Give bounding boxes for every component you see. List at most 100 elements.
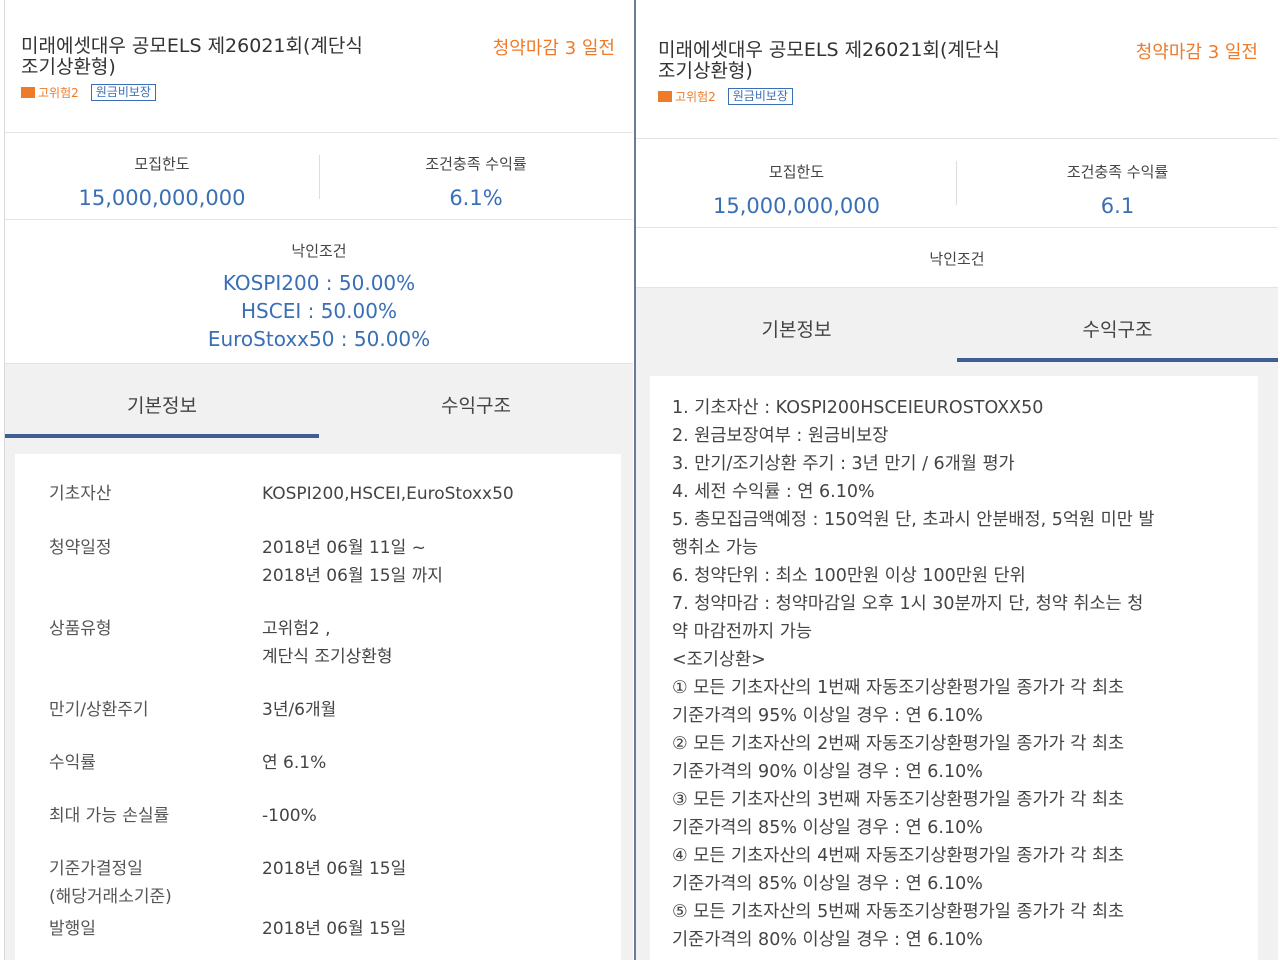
stat-yield: 조건충족 수익률 6.1% — [319, 133, 633, 219]
knockin-value: KOSPI200 : 50.00% — [222, 271, 416, 295]
structure-card: 1. 기초자산 : KOSPI200HSCEIEUROSTOXX50 2. 원금… — [650, 376, 1258, 960]
detail-row: 상품유형 고위험2 , 계단식 조기상환형 — [49, 615, 601, 671]
detail-value-line: KOSPI200,HSCEI,EuroStoxx50 — [262, 484, 514, 504]
tab-bar: 기본정보 수익구조 — [5, 364, 633, 438]
structure-line: <조기상환> — [672, 650, 766, 670]
badge-row: 고위험2 원금비보장 — [658, 88, 793, 105]
detail-key-line: 기준가결정일 — [49, 859, 143, 879]
stat-limit: 모집한도 15,000,000,000 — [5, 133, 319, 219]
knockin-label: 낙인조건 — [929, 250, 985, 268]
detail-key: 수익률 — [49, 753, 96, 773]
detail-row: 최대 가능 손실률 -100% — [49, 802, 601, 830]
structure-line: 기준가격의 90% 이상일 경우 : 연 6.10% — [672, 762, 983, 782]
risk-label: 고위험2 — [675, 90, 716, 104]
tab-return-structure[interactable]: 수익구조 — [319, 364, 633, 438]
structure-line: ① 모든 기초자산의 1번째 자동조기상환평가일 종가가 각 최초 — [672, 678, 1125, 698]
product-title[interactable]: 미래에셋대우 공모ELS 제26021회(계단식 조기상환형) — [658, 40, 1078, 82]
structure-line: 기준가격의 95% 이상일 경우 : 연 6.10% — [672, 706, 983, 726]
detail-key: 만기/상환주기 — [49, 700, 149, 720]
risk-square-icon — [658, 91, 672, 102]
structure-line: ⑤ 모든 기초자산의 5번째 자동조기상환평가일 종가가 각 최초 — [672, 902, 1125, 922]
structure-line: 1. 기초자산 : KOSPI200HSCEIEUROSTOXX50 — [672, 398, 1044, 418]
structure-line: 기준가격의 85% 이상일 경우 : 연 6.10% — [672, 874, 983, 894]
risk-label: 고위험2 — [38, 86, 79, 100]
detail-value-line: 2018년 06월 15일 — [262, 859, 407, 879]
detail-row: 기초자산 KOSPI200,HSCEI,EuroStoxx50 — [49, 480, 601, 508]
detail-value-line: 2018년 06월 15일 — [262, 919, 407, 939]
detail-value: 연 6.1% — [262, 749, 326, 777]
stat-label: 조건충족 수익률 — [1066, 163, 1169, 181]
stat-value: 6.1 — [1100, 194, 1135, 218]
detail-value-line: 고위험2 , — [262, 619, 331, 639]
product-title-line2: 조기상환형) — [658, 60, 753, 82]
stat-value: 15,000,000,000 — [78, 186, 246, 210]
product-title-line2: 조기상환형) — [21, 56, 116, 78]
stat-label: 모집한도 — [768, 163, 825, 181]
detail-value: 고위험2 , 계단식 조기상환형 — [262, 615, 393, 671]
detail-value-line: 2018년 06월 15일 까지 — [262, 566, 443, 586]
structure-line: 2. 원금보장여부 : 원금비보장 — [672, 426, 889, 446]
stat-yield: 조건충족 수익률 6.1 — [957, 139, 1278, 227]
structure-line: 약 마감전까지 가능 — [672, 622, 812, 642]
structure-line: 7. 청약마감 : 청약마감일 오후 1시 30분까지 단, 청약 취소는 청 — [672, 594, 1144, 614]
detail-value-line: 3년/6개월 — [262, 700, 337, 720]
structure-line: 행취소 가능 — [672, 538, 759, 558]
detail-card: 기초자산 KOSPI200,HSCEI,EuroStoxx50 청약일정 201… — [15, 454, 621, 960]
product-header: 미래에셋대우 공모ELS 제26021회(계단식 조기상환형) 청약마감 3 일… — [5, 0, 633, 133]
knockin-value: HSCEI : 50.00% — [241, 299, 397, 323]
detail-value: 3년/6개월 — [262, 696, 336, 724]
detail-row: 수익률 연 6.1% — [49, 749, 601, 777]
detail-row: 청약일정 2018년 06월 11일 ~ 2018년 06월 15일 까지 — [49, 534, 601, 590]
detail-row: 발행일 2018년 06월 15일 — [49, 915, 601, 943]
stats-row: 모집한도 15,000,000,000 조건충족 수익률 6.1% — [5, 133, 633, 220]
deadline-badge: 청약마감 3 일전 — [1135, 42, 1258, 63]
detail-key: 발행일 — [49, 919, 96, 939]
detail-value-line: 연 6.1% — [262, 753, 327, 773]
product-panel-structure: 미래에셋대우 공모ELS 제26021회(계단식 조기상환형) 청약마감 3 일… — [634, 0, 1278, 960]
detail-value-line: 2018년 06월 11일 ~ — [262, 538, 426, 558]
detail-key-line: (해당거래소기준) — [49, 887, 172, 907]
knockin-section: 낙인조건 KOSPI200 : 50.00% HSCEI : 50.00% Eu… — [5, 220, 633, 364]
structure-line: 6. 청약단위 : 최소 100만원 이상 100만원 단위 — [672, 566, 1026, 586]
detail-key: 기준가결정일 (해당거래소기준) — [49, 855, 262, 911]
deadline-badge: 청약마감 3 일전 — [492, 38, 615, 59]
tab-return-structure[interactable]: 수익구조 — [957, 288, 1278, 362]
tab-basic-info[interactable]: 기본정보 — [5, 364, 319, 438]
detail-row: 기준가결정일 (해당거래소기준) 2018년 06월 15일 — [49, 855, 601, 911]
structure-line: 3. 만기/조기상환 주기 : 3년 만기 / 6개월 평가 — [672, 454, 1015, 474]
stat-value: 6.1% — [449, 186, 503, 210]
risk-square-icon — [21, 87, 35, 98]
tab-basic-info[interactable]: 기본정보 — [636, 288, 957, 362]
detail-value: 2018년 06월 15일 — [262, 855, 406, 911]
stats-row: 모집한도 15,000,000,000 조건충족 수익률 6.1 — [636, 139, 1278, 228]
product-title-line1: 미래에셋대우 공모ELS 제26021회(계단식 — [658, 39, 1000, 61]
detail-key: 기초자산 — [49, 484, 112, 504]
knockin-label: 낙인조건 — [291, 242, 347, 260]
risk-badge: 고위험2 — [21, 84, 79, 101]
structure-list: 1. 기초자산 : KOSPI200HSCEIEUROSTOXX50 2. 원금… — [650, 376, 1258, 954]
knockin-value: EuroStoxx50 : 50.00% — [207, 327, 431, 351]
structure-line: 기준가격의 80% 이상일 경우 : 연 6.10% — [672, 930, 983, 950]
tab-bar: 기본정보 수익구조 — [636, 288, 1278, 362]
badge-row: 고위험2 원금비보장 — [21, 84, 156, 101]
principal-badge: 원금비보장 — [90, 84, 156, 101]
structure-line: 5. 총모집금액예정 : 150억원 단, 초과시 안분배정, 5억원 미만 발 — [672, 510, 1155, 530]
stat-limit: 모집한도 15,000,000,000 — [636, 139, 957, 227]
detail-value: 2018년 06월 15일 — [262, 915, 406, 943]
stat-label: 모집한도 — [134, 155, 190, 173]
stat-label: 조건충족 수익률 — [425, 155, 527, 173]
detail-row: 만기/상환주기 3년/6개월 — [49, 696, 601, 724]
product-title-line1: 미래에셋대우 공모ELS 제26021회(계단식 — [21, 35, 363, 57]
structure-line: ④ 모든 기초자산의 4번째 자동조기상환평가일 종가가 각 최초 — [672, 846, 1125, 866]
detail-value-line: -100% — [262, 806, 317, 826]
structure-line: ② 모든 기초자산의 2번째 자동조기상환평가일 종가가 각 최초 — [672, 734, 1125, 754]
detail-value-line: 계단식 조기상환형 — [262, 647, 393, 667]
risk-badge: 고위험2 — [658, 88, 716, 105]
principal-badge: 원금비보장 — [727, 88, 793, 105]
product-title[interactable]: 미래에셋대우 공모ELS 제26021회(계단식 조기상환형) — [21, 36, 441, 78]
detail-key: 청약일정 — [49, 538, 112, 558]
product-panel-basic: 미래에셋대우 공모ELS 제26021회(계단식 조기상환형) 청약마감 3 일… — [4, 0, 633, 960]
detail-value: 2018년 06월 11일 ~ 2018년 06월 15일 까지 — [262, 534, 443, 590]
structure-line: ③ 모든 기초자산의 3번째 자동조기상환평가일 종가가 각 최초 — [672, 790, 1125, 810]
detail-value: -100% — [262, 802, 317, 830]
